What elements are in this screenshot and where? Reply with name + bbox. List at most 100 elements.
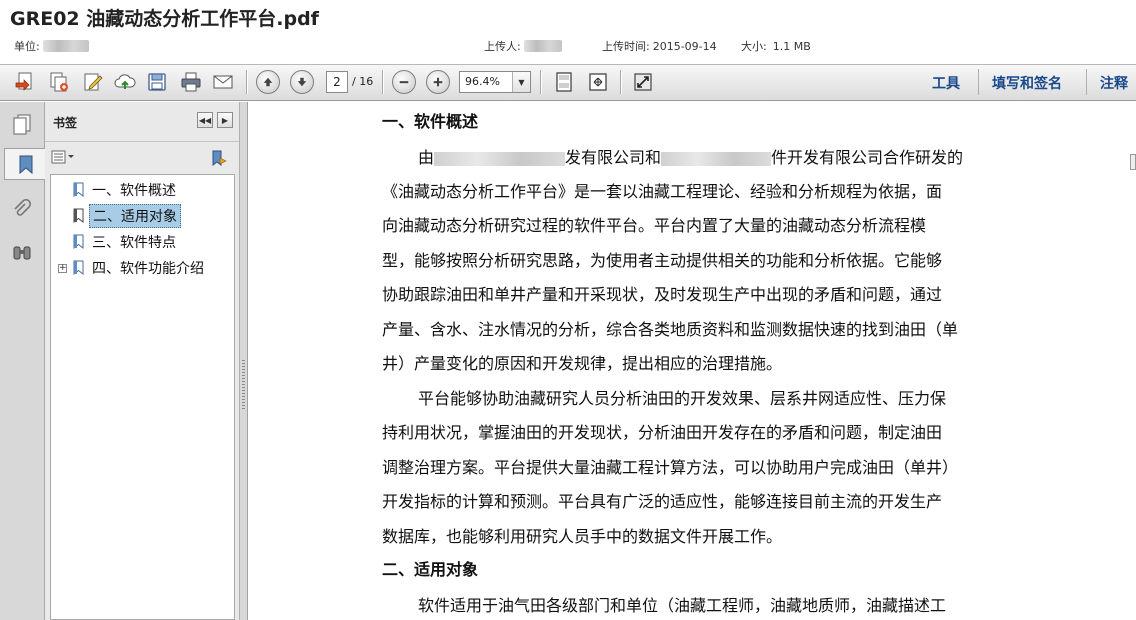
paragraph-line: 产量、含水、注水情况的分析，综合各类地质资料和监测数据快速的找到油田（单: [382, 320, 959, 339]
bookmark-item[interactable]: 一、软件概述: [51, 179, 234, 201]
paragraph-line: 井）产量变化的原因和开发规律，提出相应的治理措施。: [382, 354, 783, 373]
new-bookmark-icon[interactable]: [210, 149, 228, 167]
toolbar-separator: [382, 70, 383, 94]
search-panel-button[interactable]: [6, 236, 38, 268]
navigation-rail: [0, 102, 46, 620]
redacted-text: [661, 151, 772, 166]
uploader-value-blurred: [523, 40, 562, 52]
bookmark-label: 三、软件特点: [92, 235, 176, 251]
chevron-down-icon[interactable]: ▼: [512, 72, 530, 92]
paragraph-line: 持利用状况，掌握油田的开发现状，分析油田开发存在的矛盾和问题，制定油田: [382, 423, 943, 442]
unit-label: 单位:: [14, 40, 40, 53]
full-screen-icon[interactable]: [630, 69, 656, 95]
upload-time-value: 2015-09-14: [652, 39, 717, 53]
size-value: 1.1 MB: [772, 39, 811, 53]
uploader-label: 上传人:: [484, 40, 521, 53]
paragraph-line: 协助跟踪油田和单井产量和开采现状，及时发现生产中出现的矛盾和问题，通过: [382, 285, 943, 304]
bookmarks-button[interactable]: [4, 148, 46, 180]
toolbar-separator: [978, 69, 979, 95]
expand-panel-button[interactable]: ▶: [217, 112, 233, 128]
bookmark-icon: [73, 208, 84, 223]
paragraph-line: 向油藏动态分析研究过程的软件平台。平台内置了大量的油藏动态分析流程模: [382, 216, 927, 235]
next-page-button[interactable]: [290, 70, 314, 94]
section-heading: 二、适用对象: [382, 560, 479, 579]
page-thumbnails-button[interactable]: [6, 108, 38, 140]
bookmark-item[interactable]: + 四、软件功能介绍: [51, 257, 234, 279]
expand-toggle-icon[interactable]: +: [58, 264, 67, 273]
bookmarks-panel: 书签 ◀◀ ▶ 一、软件概述 二、适用对象 三、软件特点 + 四、软件功能介绍: [45, 102, 239, 620]
bookmarks-title: 书签: [53, 116, 78, 130]
page-total: / 16: [352, 75, 374, 88]
zoom-value: 96.4%: [465, 75, 500, 88]
size-label: 大小:: [741, 40, 767, 53]
bookmark-item[interactable]: 二、适用对象: [51, 204, 234, 228]
paragraph-line: 软件适用于油气田各级部门和单位（油藏工程师，油藏地质师，油藏描述工: [418, 596, 947, 615]
arrow-down-icon: [297, 77, 307, 87]
options-menu-icon[interactable]: [51, 150, 77, 164]
unit-value-blurred: [42, 40, 89, 52]
size-info: 大小: 1.1 MB: [741, 38, 811, 54]
fill-and-sign-button[interactable]: 填写和签名: [992, 73, 1062, 93]
paperclip-icon: [14, 199, 32, 216]
pages-icon: [13, 114, 31, 135]
fit-width-icon[interactable]: [585, 69, 611, 95]
bookmark-label: 四、软件功能介绍: [92, 261, 204, 277]
attachments-button[interactable]: [6, 194, 38, 226]
document-view[interactable]: 一、软件概述 由 发有限公司和 件开发有限公司合作研发的 《油藏动态分析工作平台》是…: [248, 102, 1136, 620]
create-pdf-icon[interactable]: [12, 69, 38, 95]
binoculars-icon: [13, 246, 31, 260]
text-segment: 件开发有限公司合作研发的: [771, 148, 964, 167]
paragraph-line: 开发指标的计算和预测。平台具有广泛的适应性，能够连接目前主流的开发生产: [382, 492, 943, 511]
arrow-up-icon: [263, 77, 273, 87]
document-title: GRE02 油藏动态分析工作平台.pdf: [10, 8, 319, 30]
bookmark-list: 一、软件概述 二、适用对象 三、软件特点 + 四、软件功能介绍: [50, 174, 235, 620]
previous-page-button[interactable]: [256, 70, 280, 94]
minus-icon: [399, 81, 409, 84]
toolbar-separator: [246, 70, 247, 94]
comment-button[interactable]: 注释: [1100, 73, 1128, 93]
fit-page-icon[interactable]: [551, 69, 577, 95]
collapse-panel-button[interactable]: ◀◀: [197, 112, 213, 128]
paragraph-line: 数据库，也能够利用研究人员手中的数据文件开展工作。: [382, 527, 783, 546]
zoom-out-button[interactable]: [392, 70, 416, 94]
upload-cloud-icon[interactable]: [112, 69, 138, 95]
print-icon[interactable]: [178, 69, 204, 95]
paragraph-line: 《油藏动态分析工作平台》是一套以油藏工程理论、经验和分析规程为依据，面: [382, 182, 943, 201]
bookmark-icon: [73, 234, 84, 249]
plus-icon: [433, 77, 443, 87]
bookmark-icon: [19, 155, 32, 175]
redacted-text: [434, 151, 566, 166]
bookmarks-header: 书签 ◀◀ ▶: [45, 102, 239, 142]
text-segment: 由: [418, 148, 435, 167]
paragraph-line: 型，能够按照分析研究思路，为使用者主动提供相关的功能和分析依据。它能够: [382, 251, 943, 270]
email-icon[interactable]: [210, 69, 236, 95]
bookmarks-tools: [45, 143, 239, 173]
page-number-input[interactable]: 2: [326, 71, 348, 93]
paragraph-line: 平台能够协助油藏研究人员分析油田的开发效果、层系井网适应性、压力保: [418, 389, 947, 408]
edit-icon[interactable]: [80, 69, 106, 95]
paragraph-line: 调整治理方案。平台提供大量油藏工程计算方法，可以协助用户完成油田（单井）: [382, 458, 959, 477]
bookmark-icon: [73, 260, 84, 275]
zoom-select[interactable]: 96.4% ▼: [459, 71, 531, 93]
bookmark-icon: [73, 182, 84, 197]
panel-splitter[interactable]: [239, 102, 248, 620]
toolbar-separator: [540, 70, 541, 94]
upload-time-label: 上传时间:: [602, 40, 650, 53]
section-heading: 一、软件概述: [382, 112, 479, 131]
tools-button[interactable]: 工具: [932, 73, 960, 93]
upload-time-info: 上传时间: 2015-09-14: [602, 38, 717, 54]
combine-files-icon[interactable]: [46, 69, 72, 95]
splitter-grip[interactable]: [242, 360, 245, 410]
text-segment: 发有限公司和: [565, 148, 662, 167]
save-icon[interactable]: [144, 69, 170, 95]
toolbar-separator: [1086, 69, 1087, 95]
paragraph-line: 由 发有限公司和 件开发有限公司合作研发的: [418, 144, 963, 168]
unit-info: 单位:: [14, 38, 89, 54]
scrollbar-thumb[interactable]: [1130, 154, 1136, 170]
uploader-info: 上传人:: [484, 38, 562, 54]
bookmark-label: 一、软件概述: [92, 183, 176, 199]
toolbar-separator: [620, 70, 621, 94]
zoom-in-button[interactable]: [426, 70, 450, 94]
bookmark-label: 二、适用对象: [89, 204, 181, 228]
bookmark-item[interactable]: 三、软件特点: [51, 231, 234, 253]
